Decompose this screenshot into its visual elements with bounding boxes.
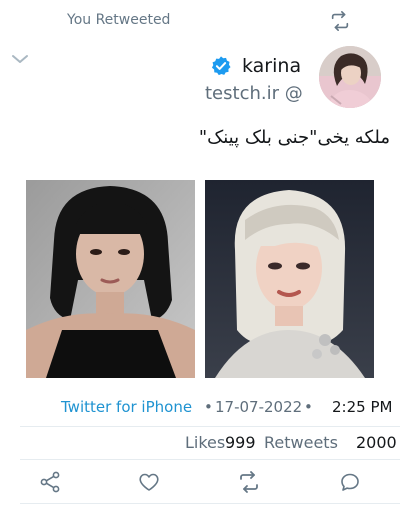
likes-label[interactable]: Likes — [185, 433, 225, 452]
tweet-photo-2[interactable] — [205, 180, 374, 378]
retweet-icon[interactable] — [237, 470, 261, 494]
share-icon[interactable] — [38, 470, 62, 494]
heart-icon[interactable] — [137, 470, 161, 494]
retweet-context-label: You Retweeted — [67, 12, 171, 28]
chevron-down-icon[interactable] — [10, 52, 30, 66]
tweet-meta: Twitter for iPhone • 17-07-2022 • 2:25 P… — [0, 398, 394, 420]
meta-separator: • — [204, 398, 213, 416]
retweets-count[interactable]: 2000 — [356, 433, 397, 452]
likes-count[interactable]: 999 — [225, 433, 256, 452]
verified-badge-icon — [210, 55, 232, 77]
retweet-icon — [329, 10, 351, 32]
author-handle[interactable]: testch.ir @ — [205, 83, 303, 104]
tweet-text: ملکه یخی"جنی بلک پینک" — [198, 127, 390, 148]
retweets-label[interactable]: Retweets — [264, 433, 338, 452]
source-link[interactable]: Twitter for iPhone — [61, 398, 192, 416]
retweet-context-bar: You Retweeted — [0, 0, 400, 44]
reply-icon[interactable] — [338, 470, 362, 494]
tweet-time: 2:25 PM — [332, 398, 393, 416]
divider — [20, 503, 400, 504]
tweet-photo-1[interactable] — [26, 180, 195, 378]
tweet-date: 17-07-2022 — [215, 398, 303, 416]
divider — [20, 459, 400, 460]
meta-separator: • — [304, 398, 313, 416]
tweet-stats: Likes 999 Retweets 2000 — [0, 433, 400, 455]
divider — [20, 426, 400, 427]
tweet-actions — [0, 470, 400, 496]
author-name[interactable]: karina — [242, 55, 301, 77]
avatar[interactable] — [319, 46, 381, 108]
